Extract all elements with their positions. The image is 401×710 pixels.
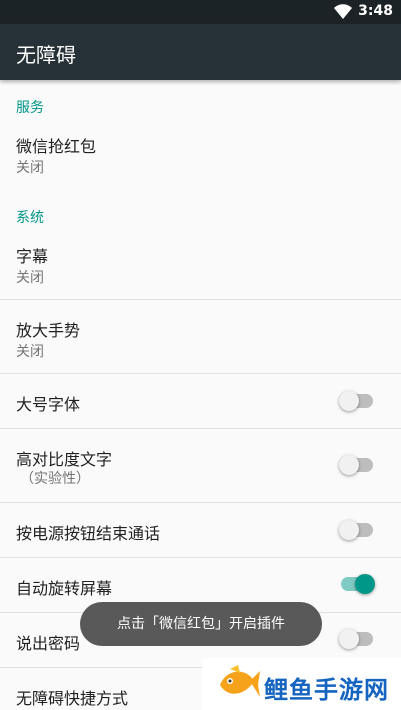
- status-bar: 3:48: [0, 0, 401, 24]
- pref-title: 字幕: [16, 247, 49, 266]
- page-title: 无障碍: [16, 43, 76, 67]
- pref-title: 按电源按钮结束通话: [16, 524, 161, 543]
- watermark: 鲤鱼手游网: [202, 658, 401, 710]
- switch-thumb: [339, 629, 359, 649]
- switch-thumb: [339, 520, 359, 540]
- pref-power-button-ends-call[interactable]: 按电源按钮结束通话: [0, 503, 401, 557]
- pref-summary: 关闭: [16, 344, 44, 360]
- app-bar: 无障碍: [0, 24, 401, 80]
- pref-high-contrast-text[interactable]: 高对比度文字 （实验性）: [0, 429, 401, 502]
- power-ends-call-switch[interactable]: [339, 520, 375, 540]
- pref-title: 高对比度文字: [16, 450, 113, 469]
- pref-title: 说出密码: [16, 634, 81, 653]
- pref-title: 大号字体: [16, 395, 81, 414]
- pref-summary: 关闭: [16, 160, 44, 176]
- switch-thumb: [339, 391, 359, 411]
- status-icons: 3:48: [334, 3, 393, 19]
- status-time: 3:48: [358, 3, 393, 19]
- fish-logo-icon: [216, 663, 260, 709]
- high-contrast-switch[interactable]: [339, 455, 375, 475]
- large-text-switch[interactable]: [339, 391, 375, 411]
- pref-summary: 关闭: [16, 270, 44, 286]
- pref-title: 无障碍快捷方式: [16, 689, 129, 708]
- switch-thumb: [339, 455, 359, 475]
- switch-thumb: [355, 574, 375, 594]
- auto-rotate-switch[interactable]: [339, 574, 375, 594]
- pref-large-text[interactable]: 大号字体: [0, 374, 401, 428]
- section-header-system: 系统: [16, 210, 44, 226]
- wifi-icon: [334, 3, 353, 19]
- pref-wechat-red-packet[interactable]: 微信抢红包 关闭: [0, 120, 401, 190]
- pref-summary: （实验性）: [20, 471, 90, 487]
- pref-title: 微信抢红包: [16, 137, 97, 156]
- speak-passwords-switch[interactable]: [339, 629, 375, 649]
- pref-magnification-gestures[interactable]: 放大手势 关闭: [0, 300, 401, 373]
- pref-title: 放大手势: [16, 321, 81, 340]
- pref-captions[interactable]: 字幕 关闭: [0, 230, 401, 299]
- pref-title: 自动旋转屏幕: [16, 579, 113, 598]
- section-header-services: 服务: [16, 100, 44, 116]
- toast-message: 点击「微信红包」开启插件: [80, 602, 322, 646]
- watermark-text: 鲤鱼手游网: [264, 676, 389, 704]
